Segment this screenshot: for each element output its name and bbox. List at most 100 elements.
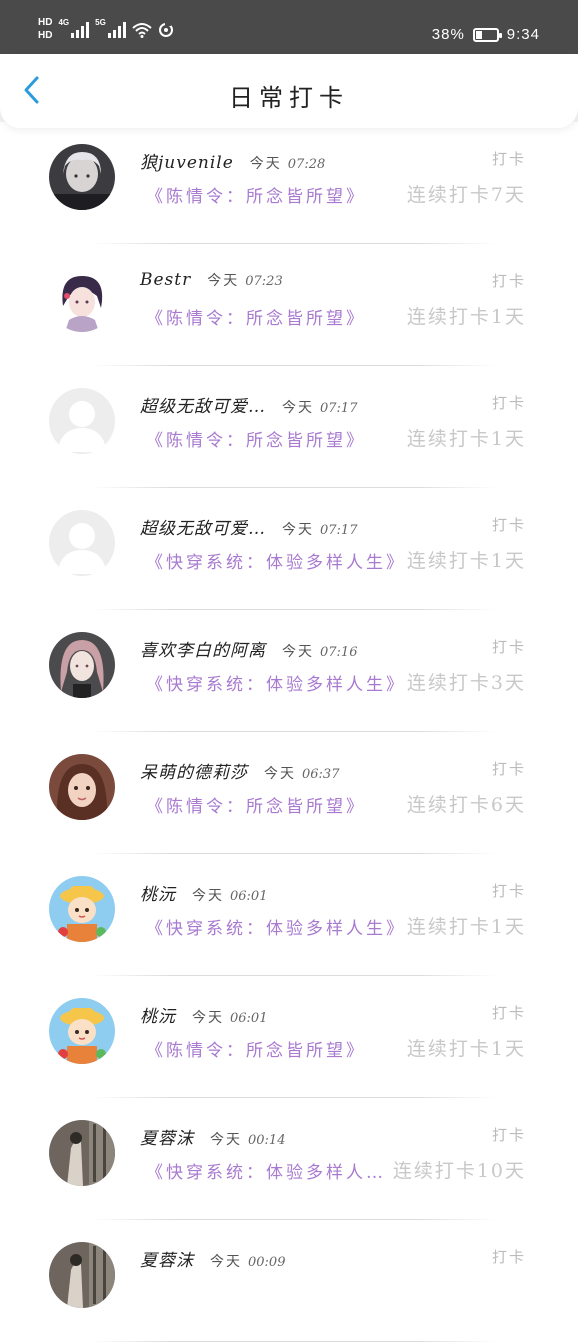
hd-label: HD bbox=[38, 17, 53, 28]
username[interactable]: Bestr bbox=[140, 270, 191, 290]
book-title[interactable]: 《快穿系统：体验多样人生》 bbox=[146, 670, 406, 695]
username[interactable]: 狼juvenile bbox=[140, 148, 234, 173]
avatar-image bbox=[49, 998, 115, 1064]
username[interactable]: 桃沅 bbox=[140, 1002, 176, 1027]
username[interactable]: 夏蓉沫 bbox=[140, 1124, 194, 1149]
book-title[interactable]: 《陈情令：所念皆所望》 bbox=[146, 792, 366, 817]
username[interactable]: 喜欢李白的阿离 bbox=[140, 636, 266, 661]
date-label: 今天 bbox=[210, 1254, 242, 1270]
list-item[interactable]: 桃沅 今天 06:01 打卡 《快穿系统：体验多样人生》 连续打卡1天 bbox=[0, 854, 578, 976]
avatar-image bbox=[49, 632, 115, 698]
streak-label: 连续打卡1天 bbox=[406, 916, 526, 938]
checkin-list: 狼juvenile 今天 07:28 打卡 《陈情令：所念皆所望》 连续打卡7天… bbox=[0, 122, 578, 1342]
streak-label: 连续打卡1天 bbox=[406, 550, 526, 572]
book-title[interactable]: 《陈情令：所念皆所望》 bbox=[146, 426, 366, 451]
time-label: 06:01 bbox=[230, 1011, 268, 1026]
date-label: 今天 bbox=[207, 273, 240, 289]
list-item[interactable]: 喜欢李白的阿离 今天 07:16 打卡 《快穿系统：体验多样人生》 连续打卡3天 bbox=[0, 610, 578, 732]
avatar-pink-hair[interactable] bbox=[49, 632, 115, 698]
checkin-tag: 打卡 bbox=[491, 638, 526, 656]
name-row: 夏蓉沫 今天 00:09 bbox=[140, 1246, 285, 1271]
avatar-cartoon[interactable] bbox=[49, 876, 115, 942]
network-type-label: 5G bbox=[95, 17, 106, 27]
name-row: 夏蓉沫 今天 00:14 bbox=[140, 1124, 285, 1149]
avatar-image bbox=[49, 754, 115, 820]
list-item[interactable]: 桃沅 今天 06:01 打卡 《陈情令：所念皆所望》 连续打卡1天 bbox=[0, 976, 578, 1098]
avatar-image bbox=[49, 266, 115, 332]
list-item[interactable]: 夏蓉沫 今天 00:14 打卡 《快穿系统：体验多样人… 连续打卡10天 bbox=[0, 1098, 578, 1220]
username[interactable]: 夏蓉沫 bbox=[140, 1246, 194, 1271]
avatar-photo-girl[interactable] bbox=[49, 754, 115, 820]
name-row: Bestr 今天 07:23 bbox=[140, 270, 283, 290]
status-bar-left: HD HD 4G 5G bbox=[38, 18, 174, 41]
battery-icon bbox=[472, 27, 502, 42]
network-type-label: 4G bbox=[58, 17, 70, 27]
list-item[interactable]: 超级无敌可爱… 今天 07:17 打卡 《快穿系统：体验多样人生》 连续打卡1天 bbox=[0, 488, 578, 610]
battery-percent: 38% bbox=[431, 26, 465, 43]
book-title[interactable]: 《快穿系统：体验多样人… bbox=[146, 1158, 386, 1183]
book-title[interactable]: 《陈情令：所念皆所望》 bbox=[146, 1036, 366, 1061]
avatar-image bbox=[49, 510, 115, 576]
checkin-tag: 打卡 bbox=[491, 760, 526, 778]
hd-indicators: HD HD bbox=[38, 18, 52, 41]
signal-icon bbox=[107, 21, 126, 38]
time-label: 07:17 bbox=[320, 523, 358, 538]
checkin-tag: 打卡 bbox=[491, 1126, 526, 1144]
time-label: 07:28 bbox=[287, 157, 326, 172]
avatar-anime[interactable] bbox=[49, 266, 115, 332]
clock: 9:34 bbox=[506, 26, 540, 43]
streak-label: 连续打卡1天 bbox=[406, 1038, 526, 1060]
wifi-icon bbox=[132, 22, 152, 38]
checkin-tag: 打卡 bbox=[491, 1004, 526, 1022]
book-title[interactable]: 《快穿系统：体验多样人生》 bbox=[146, 548, 406, 573]
name-row: 狼juvenile 今天 07:28 bbox=[140, 148, 325, 173]
book-title[interactable]: 《快穿系统：体验多样人生》 bbox=[146, 914, 406, 939]
username[interactable]: 呆萌的德莉莎 bbox=[140, 758, 248, 783]
status-bar: HD HD 4G 5G 38% 9:34 bbox=[0, 0, 578, 54]
list-item[interactable]: Bestr 今天 07:23 打卡 《陈情令：所念皆所望》 连续打卡1天 bbox=[0, 244, 578, 366]
name-row: 喜欢李白的阿离 今天 07:16 bbox=[140, 636, 357, 661]
time-label: 06:01 bbox=[230, 889, 268, 904]
date-label: 今天 bbox=[192, 1010, 224, 1026]
streak-label: 连续打卡7天 bbox=[406, 184, 526, 206]
avatar-cartoon[interactable] bbox=[49, 998, 115, 1064]
checkin-tag: 打卡 bbox=[491, 272, 526, 290]
username[interactable]: 桃沅 bbox=[140, 880, 176, 905]
date-label: 今天 bbox=[249, 156, 282, 172]
signal-icon bbox=[71, 21, 90, 38]
list-item[interactable]: 狼juvenile 今天 07:28 打卡 《陈情令：所念皆所望》 连续打卡7天 bbox=[0, 122, 578, 244]
checkin-tag: 打卡 bbox=[491, 882, 526, 900]
username[interactable]: 超级无敌可爱… bbox=[140, 392, 266, 417]
avatar-image bbox=[49, 1242, 115, 1308]
checkin-tag: 打卡 bbox=[491, 1248, 526, 1266]
date-label: 今天 bbox=[192, 888, 224, 904]
time-label: 06:37 bbox=[302, 767, 340, 782]
sync-icon bbox=[158, 21, 174, 38]
date-label: 今天 bbox=[282, 522, 314, 538]
avatar-default[interactable] bbox=[49, 388, 115, 454]
list-item[interactable]: 超级无敌可爱… 今天 07:17 打卡 《陈情令：所念皆所望》 连续打卡1天 bbox=[0, 366, 578, 488]
username[interactable]: 超级无敌可爱… bbox=[140, 514, 266, 539]
status-bar-right: 38% 9:34 bbox=[432, 26, 540, 43]
name-row: 呆萌的德莉莎 今天 06:37 bbox=[140, 758, 339, 783]
list-item[interactable]: 呆萌的德莉莎 今天 06:37 打卡 《陈情令：所念皆所望》 连续打卡6天 bbox=[0, 732, 578, 854]
name-row: 超级无敌可爱… 今天 07:17 bbox=[140, 514, 357, 539]
avatar-dark-hair[interactable] bbox=[49, 144, 115, 210]
avatar-room[interactable] bbox=[49, 1242, 115, 1308]
book-title[interactable]: 《陈情令：所念皆所望》 bbox=[146, 182, 366, 207]
date-label: 今天 bbox=[282, 644, 314, 660]
name-row: 桃沅 今天 06:01 bbox=[140, 1002, 267, 1027]
streak-label: 连续打卡10天 bbox=[392, 1160, 526, 1182]
checkin-tag: 打卡 bbox=[491, 150, 526, 168]
list-item[interactable]: 夏蓉沫 今天 00:09 打卡 bbox=[0, 1220, 578, 1342]
book-title[interactable]: 《陈情令：所念皆所望》 bbox=[146, 304, 366, 329]
app-header: 日常打卡 bbox=[0, 54, 578, 128]
avatar-default[interactable] bbox=[49, 510, 115, 576]
time-label: 07:17 bbox=[320, 401, 358, 416]
time-label: 00:14 bbox=[248, 1133, 286, 1148]
avatar-room[interactable] bbox=[49, 1120, 115, 1186]
date-label: 今天 bbox=[282, 400, 314, 416]
avatar-image bbox=[49, 388, 115, 454]
date-label: 今天 bbox=[210, 1132, 242, 1148]
avatar-image bbox=[49, 144, 115, 210]
